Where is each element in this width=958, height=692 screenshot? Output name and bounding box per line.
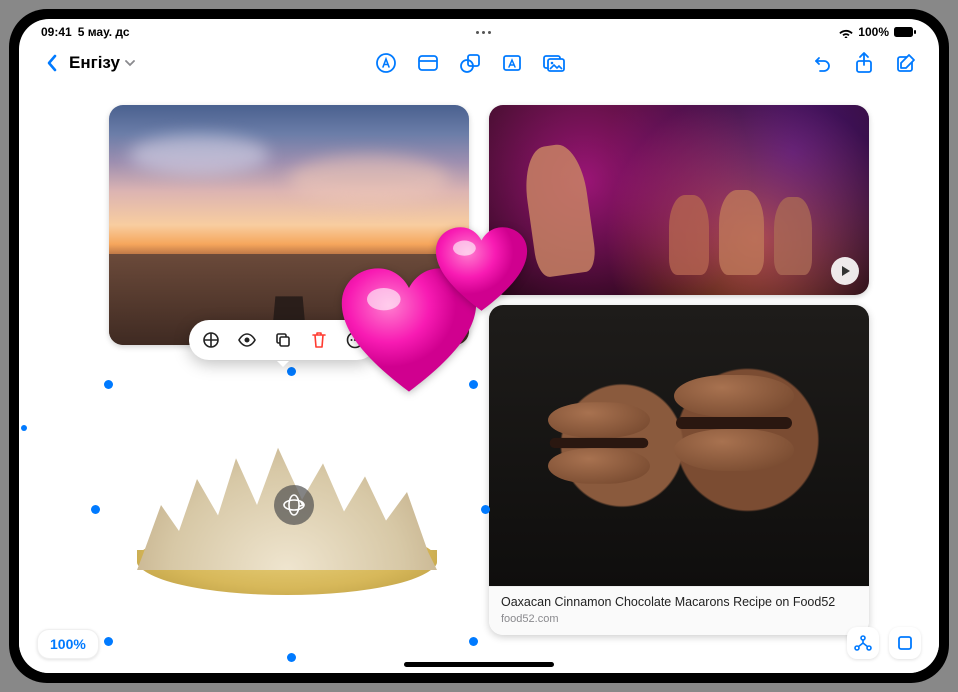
back-button[interactable] bbox=[35, 47, 69, 79]
copy-icon[interactable] bbox=[269, 326, 297, 354]
link-card-image bbox=[489, 305, 869, 586]
title-text: Енгізу bbox=[69, 53, 120, 73]
ipad-device-frame: 09:41 5 мау. дс 100% Енгізу bbox=[9, 9, 949, 683]
navigator-icon[interactable] bbox=[847, 627, 879, 659]
share-icon[interactable] bbox=[847, 47, 881, 79]
video-party[interactable] bbox=[489, 105, 869, 295]
selection-handle[interactable] bbox=[469, 637, 478, 646]
sticker-heart-small[interactable] bbox=[434, 225, 529, 318]
multitask-dots[interactable] bbox=[130, 31, 839, 34]
zoom-text: 100% bbox=[50, 636, 86, 652]
page-icon[interactable] bbox=[889, 627, 921, 659]
selection-handle[interactable] bbox=[287, 653, 296, 662]
center-tools bbox=[369, 47, 571, 79]
battery-level: 100% bbox=[858, 25, 889, 39]
selection-handle[interactable] bbox=[287, 367, 296, 376]
selection-handle[interactable] bbox=[481, 505, 490, 514]
chevron-down-icon bbox=[124, 59, 136, 67]
compose-icon[interactable] bbox=[889, 47, 923, 79]
top-toolbar: Енгізу bbox=[19, 41, 939, 85]
screen: 09:41 5 мау. дс 100% Енгізу bbox=[19, 19, 939, 673]
delete-icon[interactable] bbox=[305, 326, 333, 354]
play-icon[interactable] bbox=[831, 257, 859, 285]
link-card-meta: Oaxacan Cinnamon Chocolate Macarons Reci… bbox=[489, 586, 869, 635]
link-card-domain: food52.com bbox=[501, 613, 857, 625]
selection-handle[interactable] bbox=[104, 380, 113, 389]
home-indicator[interactable] bbox=[404, 662, 554, 667]
insert-media-icon[interactable] bbox=[537, 47, 571, 79]
selection-toolbar-caret bbox=[277, 361, 289, 367]
document-title[interactable]: Енгізу bbox=[69, 53, 136, 73]
status-left: 09:41 5 мау. дс bbox=[41, 25, 130, 39]
undo-icon[interactable] bbox=[805, 47, 839, 79]
status-bar: 09:41 5 мау. дс 100% bbox=[19, 19, 939, 41]
status-right: 100% bbox=[838, 25, 917, 39]
status-date: 5 мау. дс bbox=[78, 25, 130, 39]
canvas[interactable]: Oaxacan Cinnamon Chocolate Macarons Reci… bbox=[19, 85, 939, 673]
link-card-macarons[interactable]: Oaxacan Cinnamon Chocolate Macarons Reci… bbox=[489, 305, 869, 635]
side-indicator bbox=[21, 425, 27, 431]
eye-icon[interactable] bbox=[233, 326, 261, 354]
rotate-3d-icon[interactable] bbox=[274, 485, 314, 525]
crop-icon[interactable] bbox=[197, 326, 225, 354]
right-tools bbox=[805, 47, 923, 79]
selection-handle[interactable] bbox=[91, 505, 100, 514]
link-card-title: Oaxacan Cinnamon Chocolate Macarons Reci… bbox=[501, 595, 857, 611]
status-time: 09:41 bbox=[41, 25, 72, 39]
battery-icon bbox=[893, 26, 917, 38]
bottom-right-tools bbox=[847, 627, 921, 659]
insert-text-icon[interactable] bbox=[495, 47, 529, 79]
insert-table-icon[interactable] bbox=[411, 47, 445, 79]
selection-handle[interactable] bbox=[104, 637, 113, 646]
insert-shape-icon[interactable] bbox=[453, 47, 487, 79]
wifi-icon bbox=[838, 26, 854, 38]
zoom-level[interactable]: 100% bbox=[37, 629, 99, 659]
markup-icon[interactable] bbox=[369, 47, 403, 79]
